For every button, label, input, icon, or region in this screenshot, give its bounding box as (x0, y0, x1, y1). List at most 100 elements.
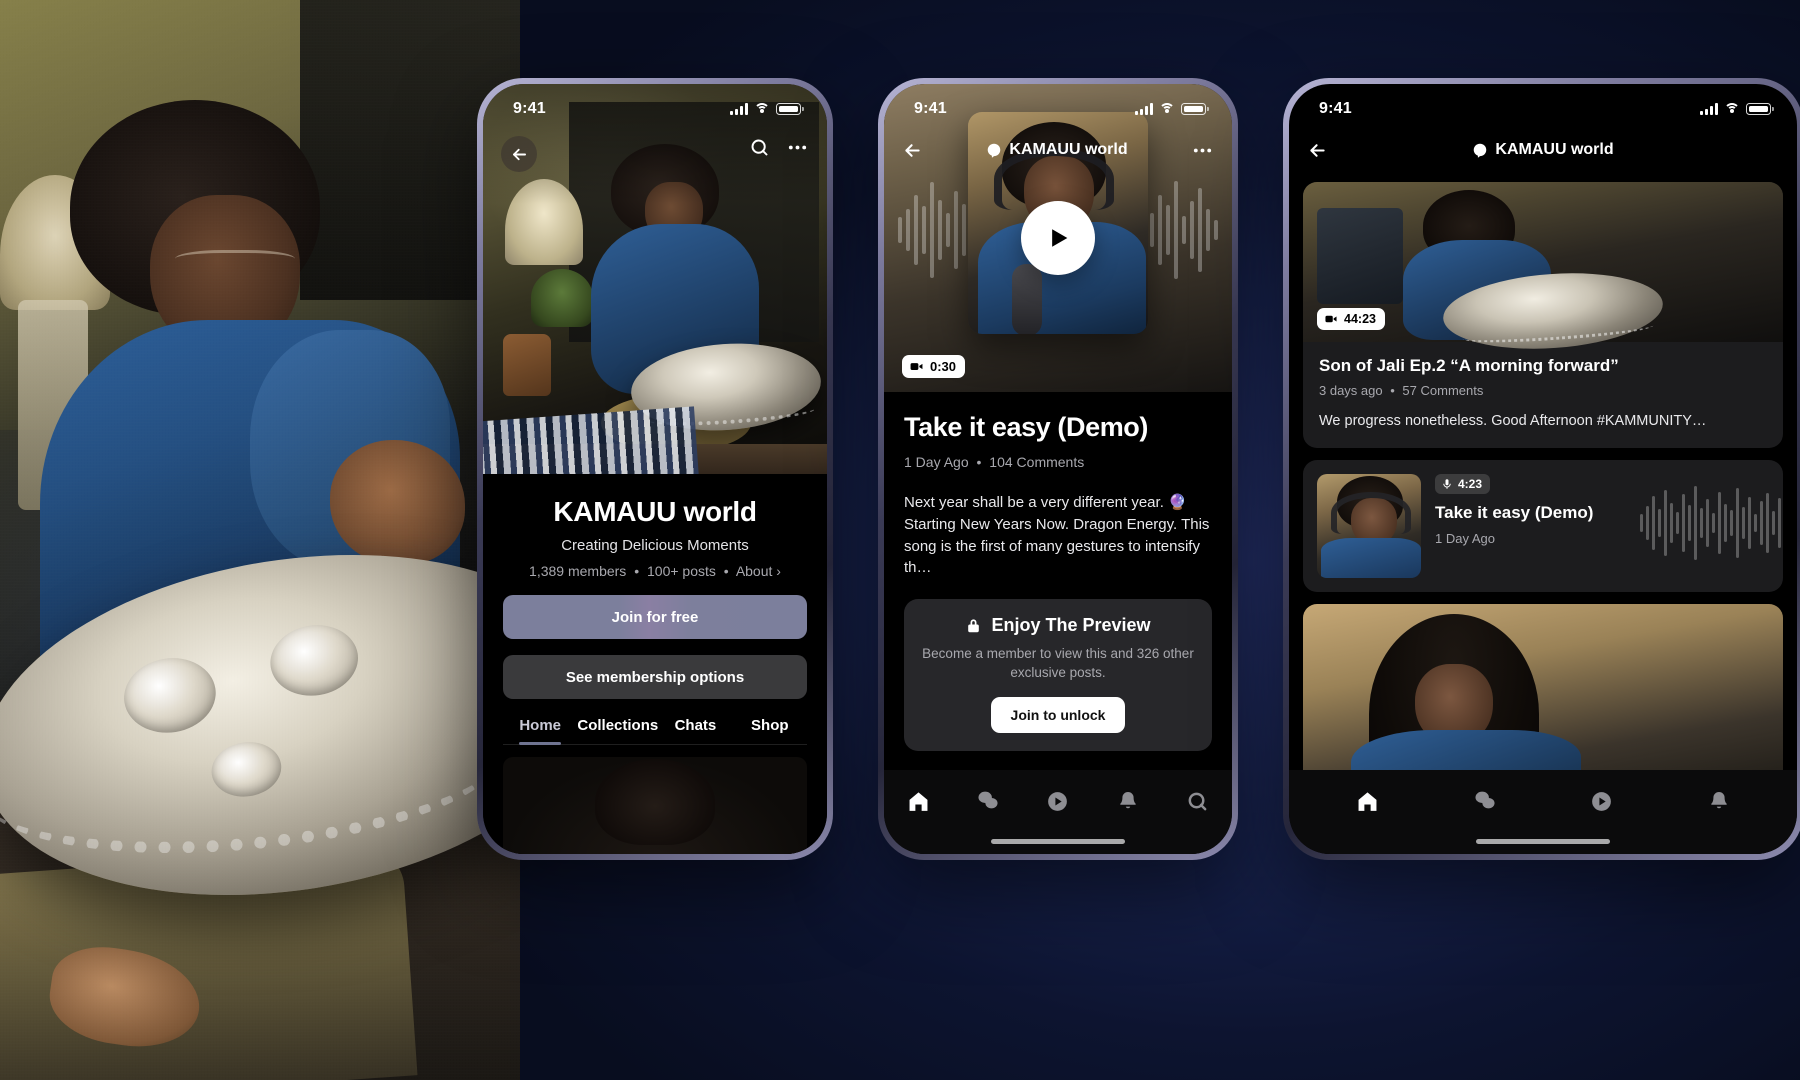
profile-tab-bar: Home Collections Chats Shop (503, 717, 807, 745)
search-circle-icon (1188, 792, 1207, 810)
nav-notifications-button[interactable] (1113, 786, 1143, 816)
feed-audio-post[interactable]: 4:23 Take it easy (Demo) 1 Day Ago (1303, 460, 1783, 593)
join-for-free-button[interactable]: Join for free (503, 595, 807, 639)
phone1-profile-block: KAMAUU world Creating Delicious Moments … (483, 474, 827, 745)
nav-home-button[interactable] (904, 786, 934, 816)
more-options-icon (1193, 148, 1212, 152)
audio-post-content: 4:23 Take it easy (Demo) 1 Day Ago (1435, 474, 1781, 578)
nav-search-button[interactable] (1182, 786, 1212, 816)
play-button[interactable] (1021, 201, 1095, 275)
home-indicator (1476, 839, 1610, 844)
phone3-status-bar: 9:41 (1289, 84, 1797, 128)
video-camera-icon (910, 363, 923, 370)
about-link[interactable]: About (736, 563, 773, 579)
nav-chats-button[interactable] (973, 786, 1003, 816)
phone1-feed-preview[interactable] (483, 745, 827, 854)
audio-thumbnail (1317, 474, 1421, 579)
home-indicator (991, 839, 1125, 844)
duration-text: 44:23 (1344, 312, 1376, 326)
tab-shop[interactable]: Shop (733, 717, 807, 744)
phone-2-post-screen: 0:30 9:41 KAMAUU world Take it easy (Dem… (878, 78, 1238, 860)
paywall-card: Enjoy The Preview Become a member to vie… (904, 599, 1212, 751)
tab-collections[interactable]: Collections (577, 717, 658, 744)
status-time: 9:41 (1319, 100, 1352, 117)
feed-youtube-post[interactable]: Youtube (1303, 604, 1783, 770)
play-circle-icon (1592, 791, 1611, 811)
lock-icon (968, 619, 980, 633)
post-cover-image: 44:23 (1303, 182, 1783, 356)
wifi-icon (754, 103, 770, 115)
see-membership-options-button[interactable]: See membership options (503, 655, 807, 699)
more-options-button[interactable] (1191, 139, 1214, 162)
post-meta: 3 days ago • 57 Comments (1319, 383, 1767, 398)
post-time: 1 Day Ago (904, 454, 969, 470)
play-circle-icon (1048, 791, 1068, 811)
phone2-bottom-nav (884, 770, 1232, 854)
profile-tagline: Creating Delicious Moments (561, 537, 749, 554)
more-options-button[interactable] (786, 136, 809, 159)
paywall-heading: Enjoy The Preview (920, 615, 1196, 636)
status-time: 9:41 (513, 100, 546, 117)
more-options-icon (788, 145, 807, 150)
cellular-signal-icon (1700, 103, 1718, 115)
home-icon (909, 791, 928, 811)
paywall-subtext: Become a member to view this and 326 oth… (922, 646, 1194, 680)
battery-full-icon (1181, 103, 1209, 115)
duration-badge: 44:23 (1317, 308, 1385, 330)
nav-media-button[interactable] (1587, 786, 1617, 816)
phone2-status-bar: 9:41 (884, 84, 1232, 128)
hero-photograph (0, 0, 622, 1080)
tab-home[interactable]: Home (503, 717, 577, 744)
chat-bubbles-icon (978, 791, 998, 809)
phone3-feed-list[interactable]: 44:23 Son of Jali Ep.2 “A morning forwar… (1289, 172, 1797, 770)
nav-notifications-button[interactable] (1704, 786, 1734, 816)
back-button[interactable] (902, 140, 923, 161)
meta-separator: • (1390, 383, 1395, 398)
search-button[interactable] (749, 137, 770, 158)
posts-count: 100+ posts (647, 563, 716, 579)
screenshot-stage: 9:41 KAMAUU world Creating Delicious Mom… (0, 0, 1800, 1080)
feed-video-post[interactable]: 44:23 Son of Jali Ep.2 “A morning forwar… (1303, 182, 1783, 449)
microphone-icon (1443, 479, 1451, 489)
stat-separator: • (723, 563, 729, 579)
chat-bubbles-icon (1474, 791, 1495, 809)
back-button[interactable] (501, 136, 537, 172)
video-duration-badge: 0:30 (902, 355, 966, 378)
post-meta: 1 Day Ago • 104 Comments (904, 454, 1212, 470)
phone1-top-actions (749, 136, 809, 159)
bell-icon (1119, 792, 1136, 809)
page-title: KAMAUU world (553, 496, 757, 527)
post-time: 3 days ago (1319, 383, 1383, 398)
cellular-signal-icon (730, 103, 748, 115)
play-icon (1052, 229, 1068, 247)
join-to-unlock-button[interactable]: Join to unlock (990, 696, 1126, 733)
phone1-status-bar: 9:41 (483, 84, 827, 128)
nav-home-button[interactable] (1353, 786, 1383, 816)
nav-chats-button[interactable] (1470, 786, 1500, 816)
chevron-right-icon: › (776, 563, 781, 579)
wifi-icon (1159, 103, 1175, 115)
feed-thumbnail-image (595, 759, 715, 845)
header-title: KAMAUU world (986, 141, 1128, 159)
cellular-signal-icon (1135, 103, 1153, 115)
feed-card-partial[interactable] (503, 757, 807, 854)
patreon-logo-icon (1474, 143, 1487, 158)
status-time: 9:41 (914, 100, 947, 117)
phone-3-feed-screen: 9:41 KAMAUU world 44:23 Son of Jali Ep.2… (1283, 78, 1800, 860)
post-content: Son of Jali Ep.2 “A morning forward” 3 d… (1303, 342, 1783, 448)
tab-chats[interactable]: Chats (658, 717, 732, 744)
audio-waveform (1640, 480, 1781, 566)
post-body-text: Next year shall be a very different year… (904, 494, 1210, 577)
phone3-bottom-nav (1289, 770, 1797, 854)
phone2-header: KAMAUU world (884, 128, 1232, 172)
patreon-logo-icon (988, 143, 1001, 158)
header-title-text: KAMAUU world (1495, 141, 1614, 158)
post-title: Son of Jali Ep.2 “A morning forward” (1319, 356, 1619, 375)
post-body-text: We progress nonetheless. Good Afternoon … (1319, 413, 1707, 429)
phone2-post-body: Take it easy (Demo) 1 Day Ago • 104 Comm… (884, 392, 1232, 770)
nav-media-button[interactable] (1043, 786, 1073, 816)
video-camera-icon (1325, 315, 1337, 323)
home-icon (1358, 791, 1377, 811)
post-comments: 57 Comments (1402, 383, 1484, 398)
audio-duration-text: 4:23 (1458, 477, 1483, 492)
